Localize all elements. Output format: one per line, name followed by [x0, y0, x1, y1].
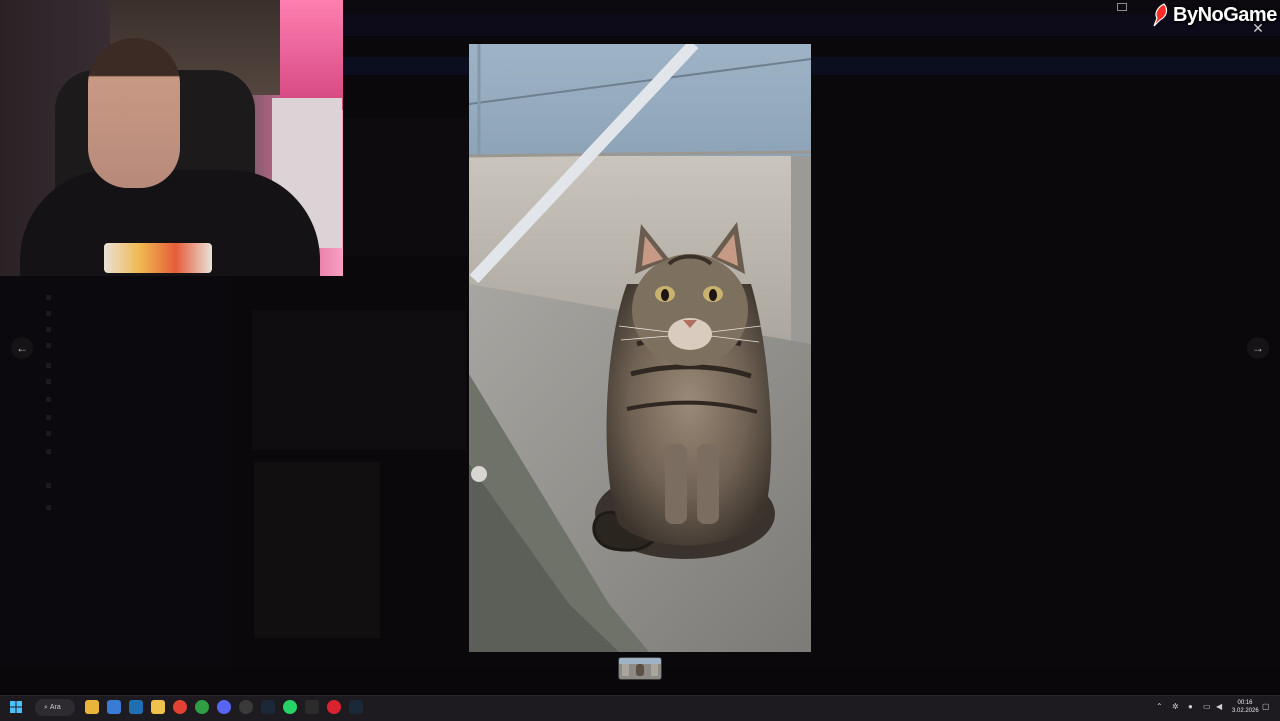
discord-icon[interactable]	[217, 700, 231, 714]
background-image-preview	[252, 310, 466, 450]
windows-start-icon[interactable]	[9, 700, 23, 714]
taskbar-clock[interactable]: 00:16 3.02.2026	[1232, 699, 1259, 715]
microphone-icon[interactable]: ●	[1188, 702, 1193, 711]
cat-photo	[469, 44, 811, 652]
windows-taskbar: ⌕ Ara ⌃ ✲ ● ▭ ◀ 00:16 3.02.2026 ▢	[0, 695, 1280, 721]
previous-image-button[interactable]: ←	[11, 337, 33, 359]
store-icon[interactable]	[107, 700, 121, 714]
background-header-band	[343, 14, 1280, 36]
whatsapp-icon[interactable]	[283, 700, 297, 714]
background-channel-item	[46, 362, 55, 369]
file-explorer-icon[interactable]	[85, 700, 99, 714]
background-channel-item	[46, 504, 55, 511]
background-channel-item	[46, 482, 55, 489]
chatgpt-icon[interactable]	[239, 700, 253, 714]
background-channel-item	[46, 310, 55, 317]
arrow-left-icon: ←	[16, 341, 28, 355]
vscode-icon[interactable]	[129, 700, 143, 714]
webcam-overlay	[0, 0, 343, 276]
background-channel-item	[46, 448, 55, 455]
xbox-icon[interactable]	[195, 700, 209, 714]
next-image-button[interactable]: →	[1247, 337, 1269, 359]
webcam-shirt-print	[104, 243, 212, 273]
record-icon[interactable]	[327, 700, 341, 714]
clock-time: 00:16	[1237, 700, 1253, 706]
background-channel-item	[46, 396, 55, 403]
chevron-up-icon[interactable]: ⌃	[1156, 702, 1163, 711]
notification-icon[interactable]: ▢	[1262, 702, 1270, 711]
gear-icon[interactable]: ✲	[1172, 702, 1179, 711]
background-channel-sidebar	[0, 276, 232, 668]
thumbnail-image	[619, 658, 661, 679]
webcam-streamer-head	[88, 38, 180, 188]
search-icon: ⌕	[44, 704, 48, 711]
arrow-right-icon: →	[1252, 341, 1264, 355]
steam-icon[interactable]	[261, 700, 275, 714]
terminal-icon[interactable]	[305, 700, 319, 714]
viewer-thumbnail-selected[interactable]	[618, 657, 662, 680]
background-channel-item	[46, 294, 55, 301]
webcam-pink-light	[280, 0, 343, 110]
window-restore-icon[interactable]	[1117, 3, 1127, 11]
background-image-preview	[254, 462, 380, 638]
network-icon[interactable]: ▭	[1203, 702, 1211, 711]
background-channel-item	[46, 326, 55, 333]
steam-alt-icon[interactable]	[349, 700, 363, 714]
taskbar-search-box[interactable]: ⌕ Ara	[35, 699, 75, 716]
viewer-main-image	[469, 44, 811, 652]
background-channel-item	[46, 430, 55, 437]
background-panel	[343, 118, 468, 256]
background-channel-item	[46, 378, 55, 385]
volume-icon[interactable]: ◀	[1216, 702, 1222, 711]
search-label: Ara	[49, 704, 61, 711]
clock-date: 3.02.2026	[1232, 708, 1259, 714]
chrome-icon[interactable]	[173, 700, 187, 714]
close-icon[interactable]: ✕	[1250, 20, 1266, 36]
background-channel-item	[46, 342, 55, 349]
background-channel-item	[46, 414, 55, 421]
notes-icon[interactable]	[151, 700, 165, 714]
brand-logo-icon	[1153, 3, 1168, 27]
